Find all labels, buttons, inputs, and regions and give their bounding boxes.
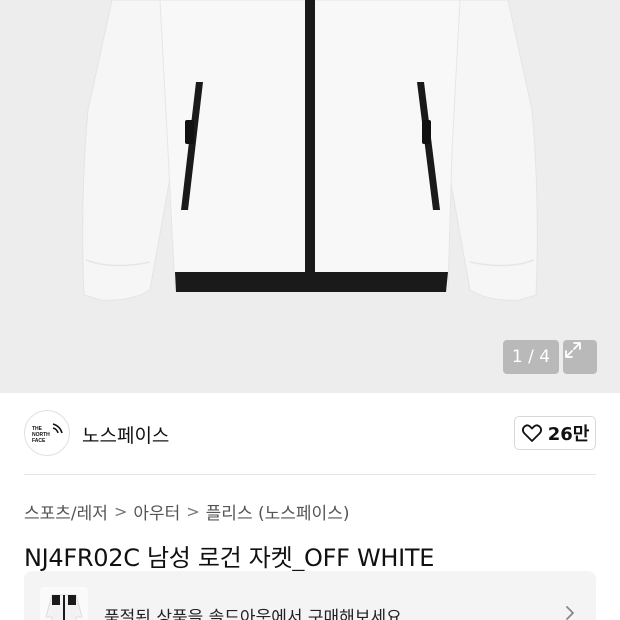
- like-button[interactable]: 26만: [514, 416, 596, 450]
- section-divider: [24, 474, 596, 475]
- brand-logo[interactable]: THE NORTH FACE: [24, 410, 70, 456]
- breadcrumb: 스포츠/레저 > 아우터 > 플리스 (노스페이스): [24, 499, 349, 524]
- north-face-logo-icon: THE NORTH FACE: [32, 423, 63, 444]
- svg-text:FACE: FACE: [32, 438, 46, 444]
- breadcrumb-item-subcategory[interactable]: 아우터: [133, 499, 180, 524]
- jacket-image: [82, 0, 538, 301]
- like-count: 26만: [547, 424, 590, 445]
- heart-outline-icon: [521, 424, 542, 442]
- banner-thumbnail: [40, 587, 88, 620]
- expand-button[interactable]: [563, 340, 597, 374]
- soldout-banner[interactable]: 품절된 상품을 솔드아웃에서 구매해보세요.: [24, 571, 596, 620]
- soldout-banner-text: 품절된 상품을 솔드아웃에서 구매해보세요.: [104, 608, 408, 620]
- breadcrumb-item-category[interactable]: 스포츠/레저: [24, 499, 108, 524]
- breadcrumb-separator: >: [186, 502, 200, 521]
- brand-name[interactable]: 노스페이스: [82, 421, 169, 448]
- breadcrumb-separator: >: [113, 502, 128, 521]
- chevron-right-icon: [566, 606, 574, 620]
- product-title: NJ4FR02C 남성 로건 자켓_OFF WHITE: [24, 544, 435, 572]
- product-image-gallery[interactable]: 1 / 4: [0, 0, 620, 393]
- jacket-thumbnail-icon: [40, 587, 88, 620]
- image-counter: 1 / 4: [503, 340, 559, 374]
- brand-row: THE NORTH FACE 노스페이스 26만: [24, 410, 596, 456]
- breadcrumb-item-current[interactable]: 플리스 (노스페이스): [206, 499, 350, 524]
- expand-arrows-icon: [565, 342, 581, 358]
